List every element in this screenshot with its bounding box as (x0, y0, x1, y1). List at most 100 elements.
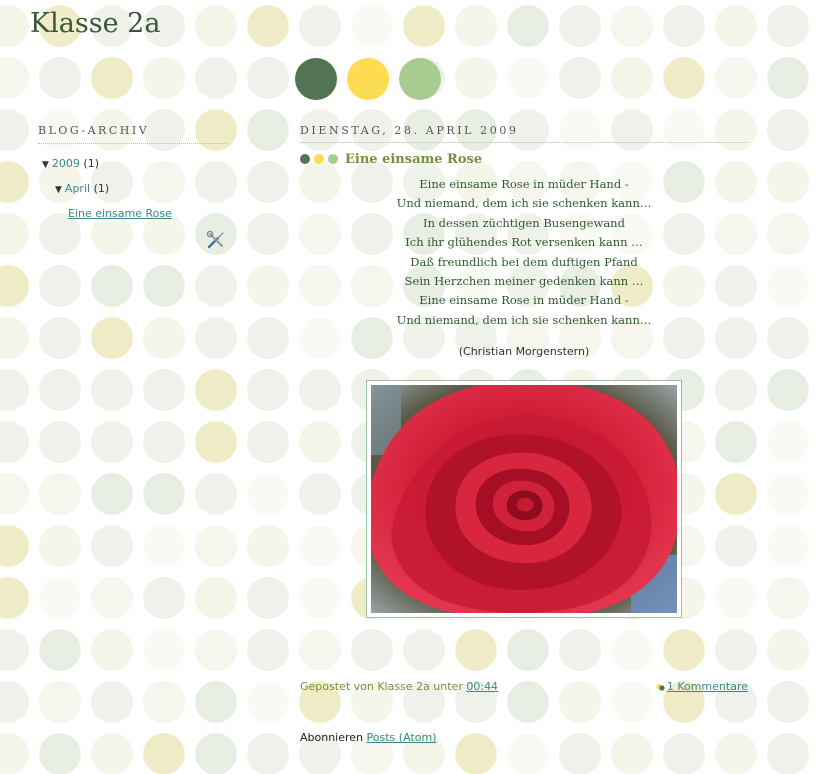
background-dot (39, 733, 81, 774)
comments-link[interactable]: 1 Kommentare (667, 680, 748, 693)
triangle-down-icon[interactable]: ▼ (42, 160, 49, 170)
title-bullet-dark-green (300, 154, 310, 164)
rose-photo[interactable] (366, 380, 682, 619)
main-column: DIENSTAG, 28. APRIL 2009 Eine einsame Ro… (300, 124, 748, 744)
poem: Eine einsame Rose in müder Hand - Und ni… (300, 175, 748, 330)
rose-image (371, 385, 677, 614)
background-dot (0, 629, 29, 671)
poem-line: Eine einsame Rose in müder Hand - (419, 177, 629, 191)
post-title-row: Eine einsame Rose (300, 150, 748, 168)
background-dot (559, 5, 601, 47)
background-dot (0, 5, 29, 47)
archive-post-row: Eine einsame Rose (38, 202, 228, 225)
subscribe-label: Abonnieren (300, 731, 364, 744)
background-dot (0, 161, 29, 203)
background-dot (91, 421, 133, 463)
background-dot (143, 473, 185, 515)
background-dot (247, 629, 289, 671)
background-dot (767, 5, 809, 47)
background-dot (39, 473, 81, 515)
comments: 1 Kommentare (656, 680, 748, 693)
background-dot (0, 577, 29, 619)
background-dot (195, 629, 237, 671)
header-dot-dark-green (295, 58, 337, 100)
background-dot (403, 5, 445, 47)
background-dot (507, 5, 549, 47)
post-date-header: DIENSTAG, 28. APRIL 2009 (300, 124, 748, 143)
background-dot (91, 733, 133, 774)
background-dot (715, 733, 757, 774)
background-dot (0, 421, 29, 463)
background-dot (507, 57, 549, 99)
background-dot (143, 369, 185, 411)
subscribe-atom-link[interactable]: Posts (Atom) (367, 731, 437, 744)
background-dot (39, 421, 81, 463)
background-dot (455, 57, 497, 99)
background-dot (143, 733, 185, 774)
background-dot (0, 265, 29, 307)
comment-icon (656, 682, 665, 691)
background-dot (247, 161, 289, 203)
background-dot (195, 5, 237, 47)
wrench-screwdriver-icon[interactable] (205, 229, 227, 251)
blog-title[interactable]: Klasse 2a (30, 8, 160, 39)
background-dot (403, 629, 445, 671)
background-dot (767, 421, 809, 463)
background-dot (767, 525, 809, 567)
background-dot (559, 629, 601, 671)
background-dot (91, 265, 133, 307)
archive-year-link[interactable]: 2009 (52, 157, 80, 170)
background-dot (0, 369, 29, 411)
background-dot (767, 577, 809, 619)
background-dot (39, 525, 81, 567)
background-dot (91, 681, 133, 723)
poem-line: Eine einsame Rose in müder Hand - (419, 293, 629, 308)
background-dot (0, 317, 29, 359)
title-bullet-light-green (328, 154, 338, 164)
background-dot (247, 369, 289, 411)
background-dot (455, 629, 497, 671)
archive-year-count: (1) (83, 157, 100, 170)
background-dot (195, 317, 237, 359)
background-dot (767, 109, 809, 151)
background-dot (299, 629, 341, 671)
background-dot (91, 577, 133, 619)
background-dot (39, 577, 81, 619)
background-dot (611, 57, 653, 99)
poem-line: In dessen züchtigen Busengewand (423, 215, 625, 230)
background-dot (767, 369, 809, 411)
post-footer: Gepostet von Klasse 2a unter 00:44 1 Kom… (300, 680, 748, 693)
background-dot (91, 369, 133, 411)
background-dot (0, 57, 29, 99)
background-dot (0, 525, 29, 567)
background-dot (143, 421, 185, 463)
background-dot (611, 5, 653, 47)
background-dot (195, 265, 237, 307)
background-dot (143, 57, 185, 99)
archive-month-link[interactable]: April (65, 182, 90, 195)
background-dot (195, 577, 237, 619)
background-dot (143, 317, 185, 359)
background-dot (0, 681, 29, 723)
background-dot (91, 629, 133, 671)
poem-line: Ich ihr glühendes Rot versenken kann … (405, 235, 643, 250)
background-dot (247, 473, 289, 515)
background-dot (247, 525, 289, 567)
background-dot (663, 733, 705, 774)
background-dot (91, 473, 133, 515)
background-dot (195, 525, 237, 567)
background-dot (39, 681, 81, 723)
title-bullet-yellow (314, 154, 324, 164)
background-dot (351, 5, 393, 47)
background-dot (195, 473, 237, 515)
poem-line: Sein Herzchen meiner gedenken kann … (404, 274, 644, 289)
post-time-link[interactable]: 00:44 (466, 680, 498, 693)
post-title[interactable]: Eine einsame Rose (345, 152, 482, 167)
background-dot (507, 629, 549, 671)
background-dot (39, 265, 81, 307)
background-dot (247, 577, 289, 619)
background-dot (767, 161, 809, 203)
archive-post-link[interactable]: Eine einsame Rose (68, 207, 172, 220)
triangle-down-icon[interactable]: ▼ (55, 185, 62, 195)
background-dot (663, 57, 705, 99)
